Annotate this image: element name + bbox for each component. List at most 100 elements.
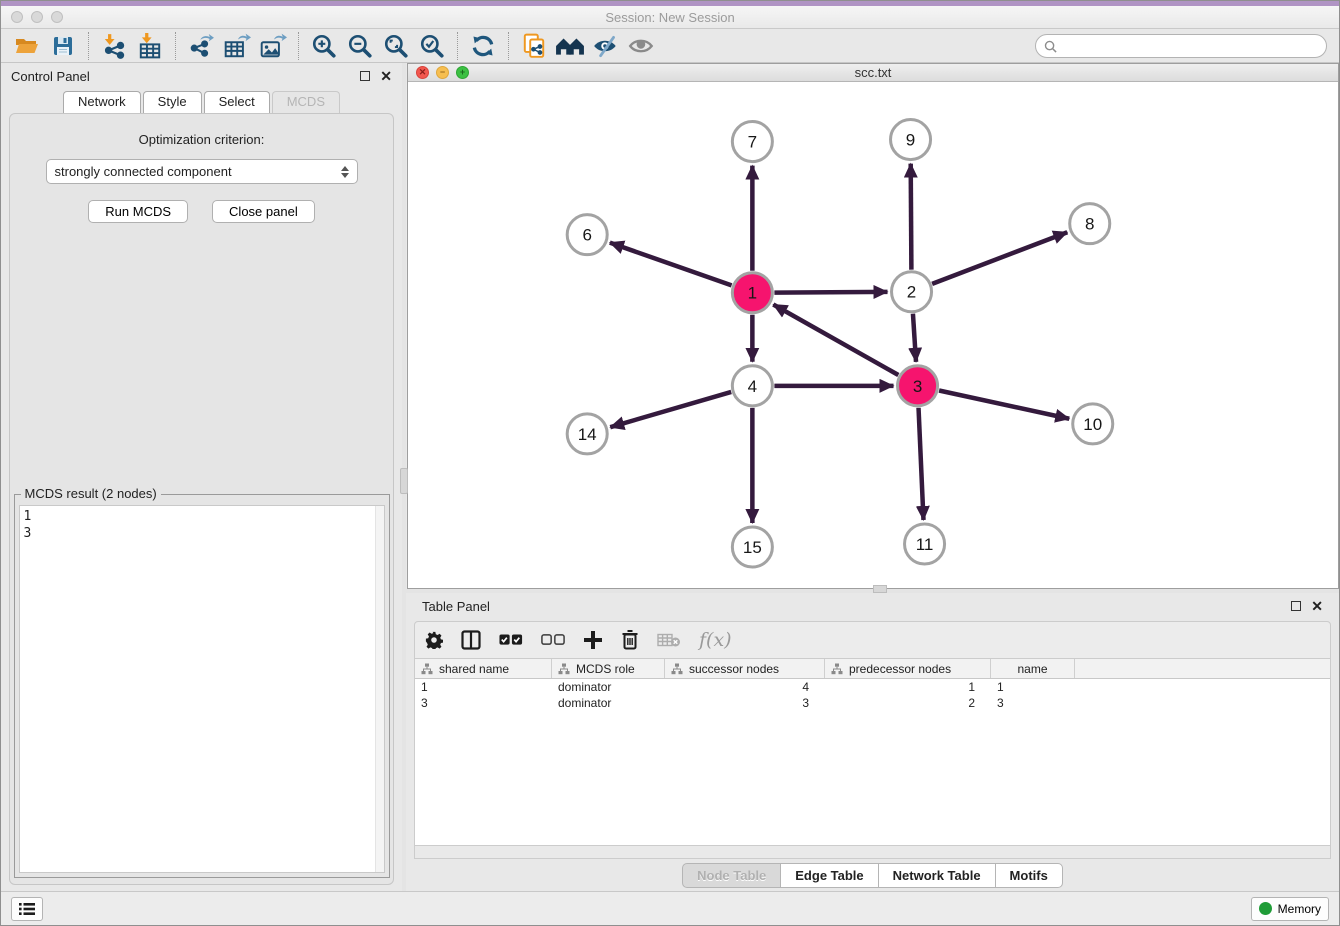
apply-layout-button[interactable] [465, 31, 501, 61]
float-panel-icon[interactable] [1291, 601, 1301, 611]
network-canvas[interactable]: 1 2 3 4 6 7 8 9 10 11 14 15 [408, 82, 1338, 588]
hide-selected-button[interactable] [588, 31, 624, 61]
graph-node-1[interactable]: 1 [732, 273, 772, 313]
column-tree-icon [421, 663, 433, 675]
first-neighbors-button[interactable] [552, 31, 588, 61]
graph-edge-2-3[interactable] [913, 314, 916, 362]
close-panel-button[interactable]: Close panel [212, 200, 315, 223]
open-session-button[interactable] [9, 31, 45, 61]
export-image-button[interactable] [255, 31, 291, 61]
vertical-splitter[interactable] [402, 63, 406, 891]
column-header-successor-nodes[interactable]: successor nodes [665, 659, 825, 678]
add-column-button[interactable] [583, 627, 603, 653]
graph-node-9[interactable]: 9 [891, 120, 931, 160]
network-minimize-button[interactable]: − [436, 66, 449, 79]
tab-network-table[interactable]: Network Table [878, 863, 996, 888]
graph-edge-3-1[interactable] [773, 305, 898, 375]
graph-node-8[interactable]: 8 [1070, 204, 1110, 244]
import-network-button[interactable] [96, 31, 132, 61]
table-cell[interactable]: 3 [665, 695, 825, 711]
node-table[interactable]: shared nameMCDS rolesuccessor nodesprede… [414, 659, 1331, 846]
graph-edge-2-8[interactable] [932, 233, 1067, 285]
table-cell[interactable]: 4 [665, 679, 825, 695]
zoom-selected-button[interactable] [414, 31, 450, 61]
minimize-window-button[interactable] [31, 11, 43, 23]
svg-text:2: 2 [907, 283, 916, 302]
horizontal-splitter[interactable] [406, 589, 1339, 593]
maximize-window-button[interactable] [51, 11, 63, 23]
table-panel-title: Table Panel [422, 599, 1291, 614]
tab-mcds[interactable]: MCDS [272, 91, 340, 113]
graph-node-14[interactable]: 14 [567, 414, 607, 454]
delete-column-button[interactable] [621, 627, 639, 653]
graph-node-11[interactable]: 11 [905, 524, 945, 564]
graph-node-2[interactable]: 2 [892, 272, 932, 312]
tab-node-table[interactable]: Node Table [682, 863, 781, 888]
scrollbar-track[interactable] [375, 506, 384, 872]
graph-edge-2-9[interactable] [911, 164, 912, 270]
close-panel-icon[interactable]: ✕ [380, 71, 392, 81]
table-settings-button[interactable] [425, 627, 443, 653]
column-header-shared-name[interactable]: shared name [415, 659, 552, 678]
table-row[interactable]: 3dominator323 [415, 695, 1330, 711]
zoom-in-button[interactable] [306, 31, 342, 61]
table-cell[interactable]: 2 [825, 695, 991, 711]
memory-button[interactable]: Memory [1251, 897, 1329, 921]
zoom-out-button[interactable] [342, 31, 378, 61]
tab-motifs[interactable]: Motifs [995, 863, 1063, 888]
run-mcds-button[interactable]: Run MCDS [88, 200, 188, 223]
criterion-select[interactable]: strongly connected component [46, 159, 358, 184]
table-row[interactable]: 1dominator411 [415, 679, 1330, 695]
table-cell[interactable]: 3 [991, 695, 1075, 711]
automation-panel-button[interactable] [11, 897, 43, 921]
network-graph[interactable]: 1 2 3 4 6 7 8 9 10 11 14 15 [408, 82, 1338, 588]
import-table-button[interactable] [132, 31, 168, 61]
close-window-button[interactable] [11, 11, 23, 23]
column-tree-icon [831, 663, 843, 675]
tab-select[interactable]: Select [204, 91, 270, 113]
graph-edge-1-2[interactable] [774, 292, 887, 293]
graph-node-7[interactable]: 7 [732, 122, 772, 162]
save-session-button[interactable] [45, 31, 81, 61]
select-all-button[interactable] [499, 627, 523, 653]
graph-edge-3-10[interactable] [939, 391, 1069, 419]
graph-node-4[interactable]: 4 [732, 366, 772, 406]
graph-edge-4-14[interactable] [610, 392, 731, 427]
splitter-handle[interactable] [400, 468, 408, 494]
search-input[interactable] [1062, 39, 1318, 53]
column-header-name[interactable]: name [991, 659, 1075, 678]
zoom-fit-button[interactable] [378, 31, 414, 61]
network-close-button[interactable]: ✕ [416, 66, 429, 79]
table-cell[interactable]: 1 [991, 679, 1075, 695]
deselect-all-button[interactable] [541, 627, 565, 653]
close-panel-icon[interactable]: ✕ [1311, 601, 1323, 611]
tab-network[interactable]: Network [63, 91, 141, 113]
export-network-button[interactable] [183, 31, 219, 61]
tab-edge-table[interactable]: Edge Table [780, 863, 878, 888]
horizontal-scrollbar[interactable] [414, 846, 1331, 859]
network-maximize-button[interactable]: + [456, 66, 469, 79]
clone-network-button[interactable] [516, 31, 552, 61]
float-panel-icon[interactable] [360, 71, 370, 81]
table-cell[interactable]: 3 [415, 695, 552, 711]
table-cell[interactable]: dominator [552, 679, 665, 695]
table-cell[interactable]: 1 [825, 679, 991, 695]
splitter-handle[interactable] [873, 585, 887, 593]
column-header-predecessor-nodes[interactable]: predecessor nodes [825, 659, 991, 678]
column-header-MCDS-role[interactable]: MCDS role [552, 659, 665, 678]
table-cell[interactable]: 1 [415, 679, 552, 695]
graph-node-6[interactable]: 6 [567, 215, 607, 255]
tab-style[interactable]: Style [143, 91, 202, 113]
graph-node-15[interactable]: 15 [732, 527, 772, 567]
mcds-result-text[interactable]: 13 [19, 505, 385, 873]
table-cell[interactable]: dominator [552, 695, 665, 711]
export-table-button[interactable] [219, 31, 255, 61]
graph-node-3[interactable]: 3 [898, 366, 938, 406]
graph-edge-3-11[interactable] [919, 408, 924, 520]
show-all-button[interactable] [624, 31, 660, 61]
search-box[interactable] [1035, 34, 1327, 58]
network-window-titlebar: ✕ − + scc.txt [408, 64, 1338, 82]
graph-edge-1-6[interactable] [610, 243, 732, 286]
graph-node-10[interactable]: 10 [1073, 404, 1113, 444]
show-columns-button[interactable] [461, 627, 481, 653]
